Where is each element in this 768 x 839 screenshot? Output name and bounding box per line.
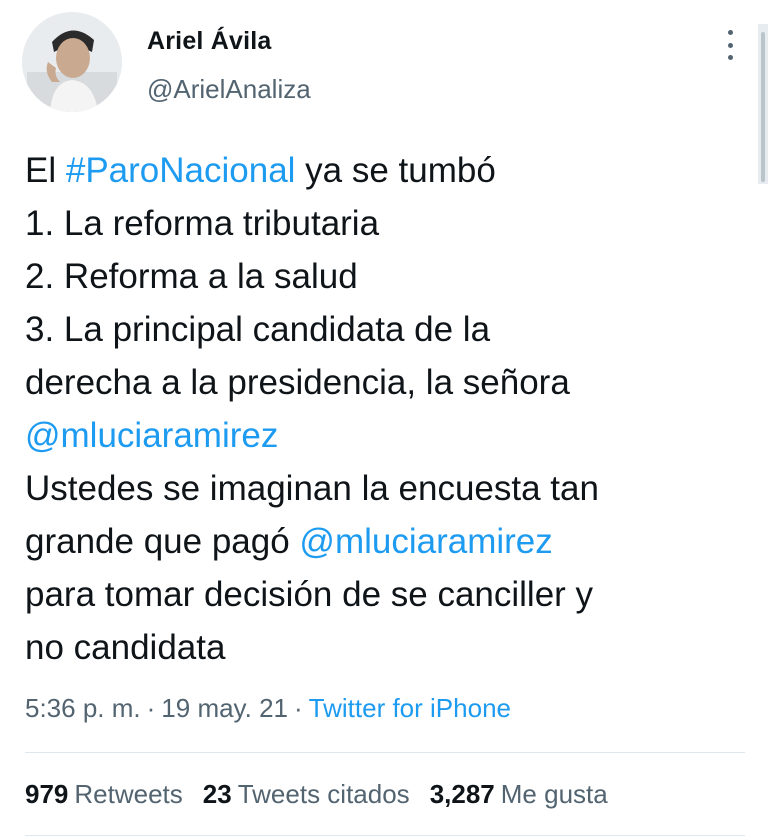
tweet-line: derecha a la presidencia, la señora: [25, 356, 745, 409]
text-segment: 3. La principal candidata de la: [25, 310, 491, 349]
divider: [25, 835, 745, 836]
text-segment: Ustedes se imaginan la encuesta tan: [25, 469, 599, 508]
tweet-line: para tomar decisión de se canciller y: [25, 568, 745, 621]
tweet-stats: 979 Retweets 23 Tweets citados 3,287 Me gusta: [25, 779, 628, 810]
tweet-header: Ariel Ávila @ArielAnaliza: [0, 0, 768, 184]
tweet-date[interactable]: 19 may. 21: [161, 693, 288, 723]
avatar[interactable]: [22, 12, 122, 112]
quotes-count: 23: [202, 779, 232, 809]
text-segment: 2. Reforma a la salud: [25, 257, 358, 296]
hashtag-link[interactable]: #ParoNacional: [66, 151, 296, 190]
tweet-line: 3. La principal candidata de la: [25, 303, 745, 356]
divider: [25, 752, 745, 753]
text-segment: El: [25, 151, 66, 190]
avatar-photo: [22, 12, 122, 112]
tweet-line: Ustedes se imaginan la encuesta tan: [25, 462, 745, 515]
retweets-count: 979: [25, 779, 69, 809]
mention-link[interactable]: @mluciaramirez: [299, 522, 552, 561]
tweet-meta: 5:36 p. m. · 19 may. 21 · Twitter for iPhone: [25, 693, 511, 724]
tweet-source-link[interactable]: Twitter for iPhone: [309, 693, 511, 723]
text-segment: no candidata: [25, 628, 226, 667]
tweet-line: 1. La reforma tributaria: [25, 197, 745, 250]
likes-stat[interactable]: 3,287 Me gusta: [430, 779, 608, 809]
mention-link[interactable]: @mluciaramirez: [25, 416, 278, 455]
quotes-stat[interactable]: 23 Tweets citados: [203, 779, 410, 809]
separator: ·: [294, 693, 303, 723]
likes-count: 3,287: [429, 779, 495, 809]
more-vertical-icon[interactable]: [718, 30, 742, 60]
likes-label: Me gusta: [500, 779, 608, 809]
text-segment: derecha a la presidencia, la señora: [25, 363, 570, 402]
scrollbar-thumb[interactable]: [761, 32, 765, 182]
quotes-label: Tweets citados: [237, 779, 410, 809]
scrollbar[interactable]: [758, 24, 768, 184]
separator: ·: [146, 693, 156, 723]
text-segment: para tomar decisión de se canciller y: [25, 575, 594, 614]
tweet-line: El #ParoNacional ya se tumbó: [25, 144, 745, 197]
text-segment: 1. La reforma tributaria: [25, 204, 380, 243]
text-segment: grande que pagó: [25, 522, 300, 561]
user-handle[interactable]: @ArielAnaliza: [147, 74, 311, 105]
tweet-line: grande que pagó @mluciaramirez: [25, 515, 745, 568]
retweets-stat[interactable]: 979 Retweets: [25, 779, 183, 809]
retweets-label: Retweets: [74, 779, 183, 809]
tweet-time[interactable]: 5:36 p. m.: [25, 693, 141, 723]
tweet-line: @mluciaramirez: [25, 409, 745, 462]
text-segment: ya se tumbó: [295, 151, 496, 190]
tweet-line: 2. Reforma a la salud: [25, 250, 745, 303]
tweet-line: no candidata: [25, 621, 745, 674]
display-name[interactable]: Ariel Ávila: [147, 27, 271, 56]
tweet-text: El #ParoNacional ya se tumbó 1. La refor…: [25, 144, 745, 674]
